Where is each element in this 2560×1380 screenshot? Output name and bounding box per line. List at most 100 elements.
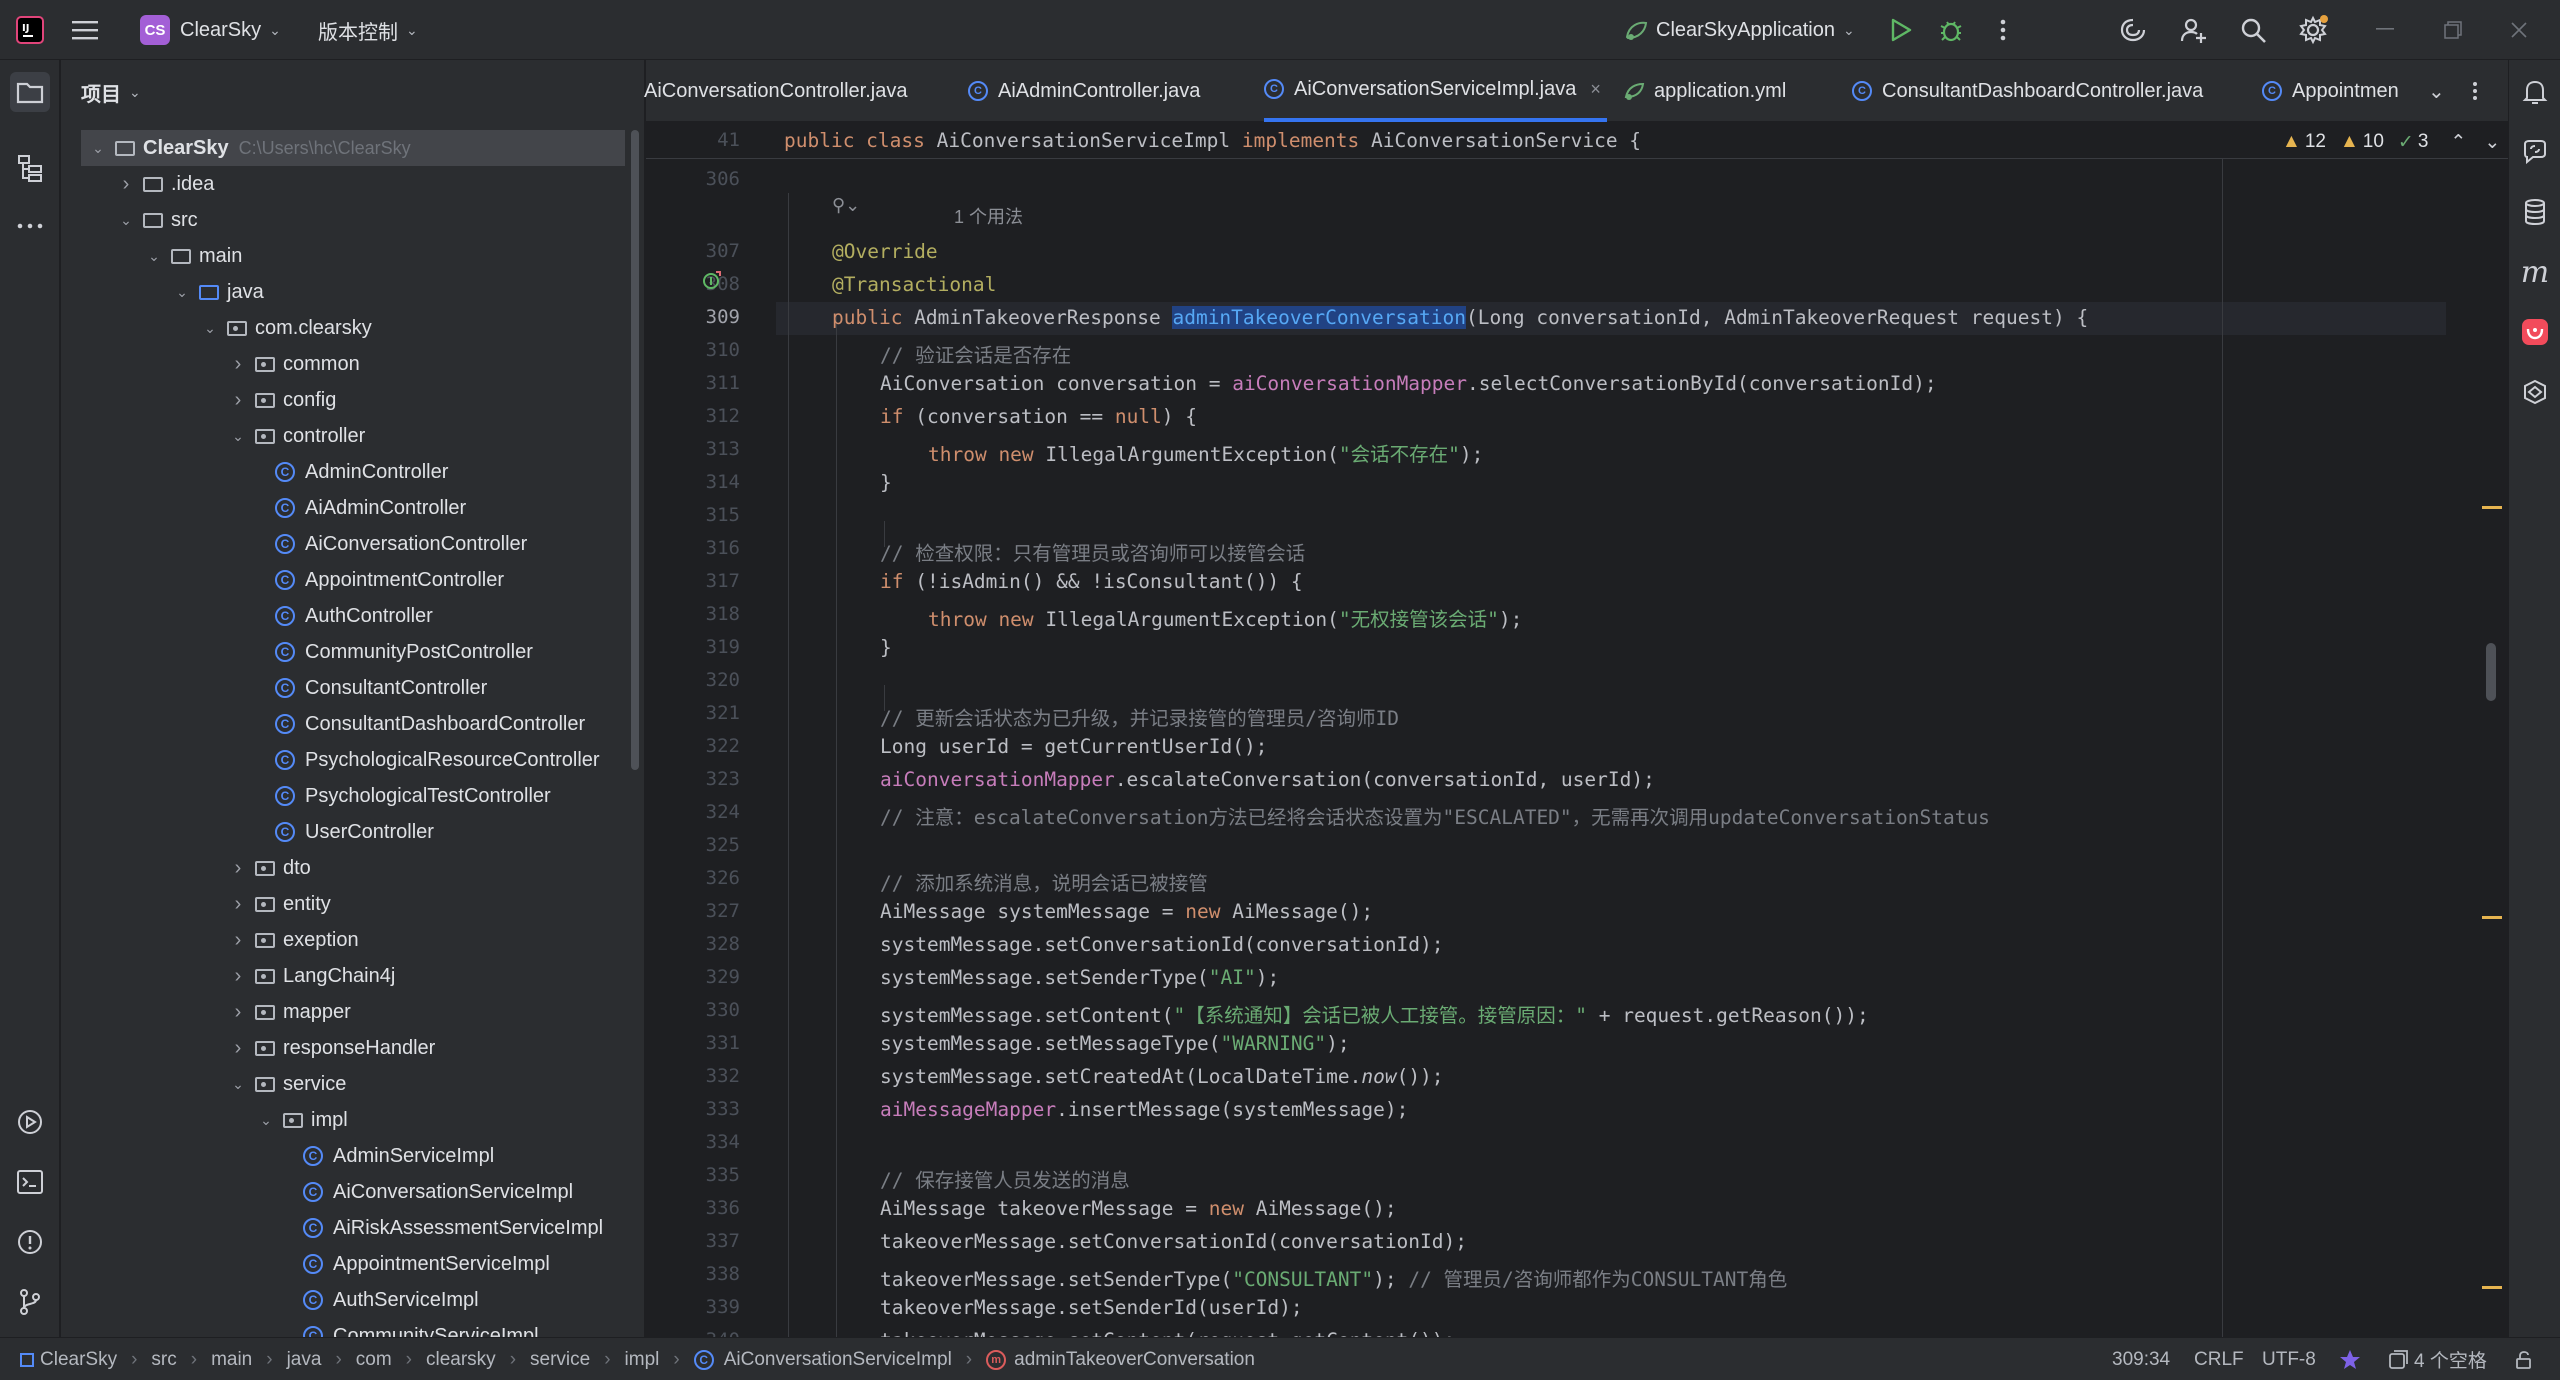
close-tab-icon[interactable]: ×	[1590, 79, 1601, 100]
tree-package-com-clearsky[interactable]: ⌄ com.clearsky	[81, 310, 625, 346]
main-menu-icon[interactable]	[72, 0, 98, 60]
tree-class-psychological-test-controller[interactable]: C PsychologicalTestController	[81, 778, 625, 814]
tree-package-controller[interactable]: ⌄ controller	[81, 418, 625, 454]
previous-highlight-icon[interactable]: ⌃	[2450, 131, 2466, 154]
tree-root-clearsky[interactable]: ⌄ ClearSky C:\Users\hc\ClearSky	[81, 130, 625, 166]
chevron-right-icon[interactable]: ›	[229, 893, 247, 916]
vcs-menu[interactable]: 版本控制 ⌄	[318, 0, 418, 60]
error-stripe-mark[interactable]	[2482, 916, 2502, 919]
run-config-selector[interactable]: ClearSkyApplication ⌄	[1624, 0, 1855, 60]
run-icon[interactable]	[1886, 15, 1916, 45]
indent-settings[interactable]: 4 个空格	[2388, 1338, 2487, 1380]
chevron-right-icon[interactable]: ›	[117, 173, 135, 196]
tree-class-ai-conversation-service-impl[interactable]: C AiConversationServiceImpl	[81, 1174, 625, 1210]
tree-class-appointment-service-impl[interactable]: C AppointmentServiceImpl	[81, 1246, 625, 1282]
close-window-icon[interactable]	[2504, 15, 2534, 45]
tree-class-consultant-dashboard-controller[interactable]: C ConsultantDashboardController	[81, 706, 625, 742]
tree-folder-src[interactable]: ⌄ src	[81, 202, 625, 238]
terminal-tool-icon[interactable]	[14, 1166, 46, 1198]
usages-inlay-hint[interactable]: 1 个用法	[954, 203, 1023, 229]
tree-package-entity[interactable]: › entity	[81, 886, 625, 922]
search-icon[interactable]	[2238, 15, 2268, 45]
sticky-header-line[interactable]: 41 public class AiConversationServiceImp…	[646, 123, 2508, 159]
crumb-main[interactable]: main	[211, 1349, 252, 1371]
tree-class-admin-service-impl[interactable]: C AdminServiceImpl	[81, 1138, 625, 1174]
crumb-class[interactable]: C AiConversationServiceImpl	[693, 1349, 952, 1371]
restore-icon[interactable]	[2438, 15, 2468, 45]
error-stripe-mark[interactable]	[2482, 506, 2502, 509]
file-encoding[interactable]: UTF-8	[2262, 1338, 2316, 1380]
chevron-right-icon[interactable]: ›	[229, 1037, 247, 1060]
line-separator[interactable]: CRLF	[2194, 1338, 2244, 1380]
chevron-down-icon[interactable]: ⌄	[117, 212, 135, 229]
project-panel-header[interactable]: 项目 ⌄	[61, 60, 645, 124]
tree-package-exeption[interactable]: › exeption	[81, 922, 625, 958]
chevron-down-icon[interactable]: ⌄	[229, 428, 247, 445]
maven-icon[interactable]: m	[2519, 255, 2551, 290]
code-vision-author-icon[interactable]: ⚲⌄	[832, 195, 860, 216]
chevron-right-icon[interactable]: ›	[229, 1001, 247, 1024]
chevron-right-icon[interactable]: ›	[229, 965, 247, 988]
project-switcher[interactable]: CS ClearSky ⌄	[140, 0, 281, 60]
chevron-down-icon[interactable]: ⌄	[89, 140, 107, 157]
chevron-down-icon[interactable]: ⌄	[201, 320, 219, 337]
inspection-widget[interactable]: ▲ 12 ▲ 10 ✓ 3 ⌃ ⌄	[2282, 129, 2500, 155]
tree-folder-main[interactable]: ⌄ main	[81, 238, 625, 274]
tree-class-ai-risk-assessment-service-impl[interactable]: C AiRiskAssessmentServiceImpl	[81, 1210, 625, 1246]
chevron-down-icon[interactable]: ⌄	[173, 284, 191, 301]
caret-position[interactable]: 309:34	[2112, 1338, 2170, 1380]
chevron-right-icon[interactable]: ›	[229, 857, 247, 880]
tree-package-response-handler[interactable]: › responseHandler	[81, 1030, 625, 1066]
tree-package-dto[interactable]: › dto	[81, 850, 625, 886]
project-scrollbar[interactable]	[631, 130, 639, 770]
crumb-clearsky[interactable]: clearsky	[426, 1349, 496, 1371]
crumb-project[interactable]: ClearSky	[20, 1349, 117, 1371]
tab-consultant-dashboard-controller[interactable]: C ConsultantDashboardController.java	[1852, 60, 2203, 122]
chevron-down-icon[interactable]: ⌄	[229, 1076, 247, 1093]
tree-class-ai-conversation-controller[interactable]: C AiConversationController	[81, 526, 625, 562]
editor-scrollbar[interactable]	[2486, 643, 2496, 701]
tabs-overflow-chevron-icon[interactable]: ⌄	[2428, 60, 2445, 122]
tab-appointment[interactable]: C Appointmen	[2262, 60, 2399, 122]
chevron-right-icon[interactable]: ›	[229, 389, 247, 412]
tree-package-service[interactable]: ⌄ service	[81, 1066, 625, 1102]
services-tool-icon[interactable]	[14, 1106, 46, 1138]
chevron-right-icon[interactable]: ›	[229, 929, 247, 952]
tree-folder-idea[interactable]: › .idea	[81, 166, 625, 202]
plugin-gear-icon[interactable]	[2519, 376, 2551, 408]
tree-package-config[interactable]: › config	[81, 382, 625, 418]
tree-package-common[interactable]: › common	[81, 346, 625, 382]
tabs-more-icon[interactable]	[2472, 60, 2478, 122]
tree-class-ai-admin-controller[interactable]: C AiAdminController	[81, 490, 625, 526]
tree-class-admin-controller[interactable]: C AdminController	[81, 454, 625, 490]
crumb-service[interactable]: service	[530, 1349, 590, 1371]
tree-class-user-controller[interactable]: C UserController	[81, 814, 625, 850]
tab-ai-conversation-controller[interactable]: AiConversationController.java	[644, 60, 907, 122]
debug-icon[interactable]	[1936, 15, 1966, 45]
ai-status-icon[interactable]	[2338, 1338, 2362, 1380]
tab-application-yml[interactable]: application.yml	[1624, 60, 1786, 122]
tab-ai-admin-controller[interactable]: C AiAdminController.java	[968, 60, 1200, 122]
tree-class-consultant-controller[interactable]: C ConsultantController	[81, 670, 625, 706]
app-logo-icon[interactable]: IJ	[16, 0, 44, 60]
chevron-down-icon[interactable]: ⌄	[145, 248, 163, 265]
more-tools-icon[interactable]	[14, 210, 46, 242]
structure-tool-icon[interactable]	[14, 152, 46, 184]
read-only-lock-icon[interactable]	[2514, 1338, 2534, 1380]
crumb-impl[interactable]: impl	[625, 1349, 660, 1371]
problems-tool-icon[interactable]	[14, 1226, 46, 1258]
implements-gutter-icon[interactable]	[702, 269, 724, 297]
crumb-method[interactable]: m adminTakeoverConversation	[986, 1349, 1255, 1371]
database-icon[interactable]	[2519, 196, 2551, 228]
settings-icon[interactable]	[2298, 15, 2328, 45]
chevron-right-icon[interactable]: ›	[229, 353, 247, 376]
next-highlight-icon[interactable]: ⌄	[2484, 131, 2500, 154]
crumb-com[interactable]: com	[356, 1349, 392, 1371]
crumb-src[interactable]: src	[151, 1349, 176, 1371]
chevron-down-icon[interactable]: ⌄	[257, 1112, 275, 1129]
tree-package-langchain4j[interactable]: › LangChain4j	[81, 958, 625, 994]
git-tool-icon[interactable]	[14, 1286, 46, 1318]
crumb-java[interactable]: java	[287, 1349, 322, 1371]
tab-ai-conversation-service-impl[interactable]: C AiConversationServiceImpl.java ×	[1264, 60, 1607, 122]
ai-chat-icon[interactable]	[2519, 136, 2551, 168]
